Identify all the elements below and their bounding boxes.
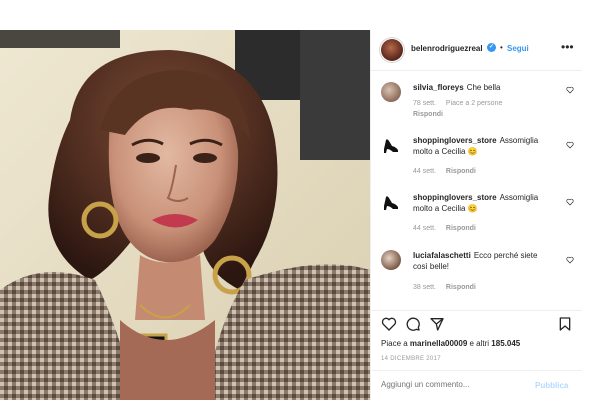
post-photo[interactable] [0, 30, 370, 400]
reply-button[interactable]: Rispondi [446, 284, 476, 291]
reply-button[interactable]: Rispondi [446, 168, 476, 175]
comment-icon[interactable] [405, 316, 421, 332]
shoe-icon[interactable] [381, 135, 401, 155]
avatar[interactable] [381, 39, 403, 61]
likes-prefix: Piace a [381, 339, 410, 348]
comment-text: luciafalaschetti Ecco perché siete così b… [413, 250, 553, 272]
like-heart-icon[interactable] [381, 316, 397, 332]
bookmark-icon[interactable] [557, 316, 573, 332]
shoe-icon[interactable] [381, 192, 401, 212]
follow-button[interactable]: Segui [507, 44, 529, 53]
comment-time[interactable]: 44 sett. [413, 168, 436, 175]
post-photo-image [0, 30, 370, 400]
heart-icon[interactable] [566, 256, 574, 264]
comment-text: shoppinglovers_store Assomiglia molto a C… [413, 135, 553, 157]
post-username[interactable]: belenrodriguezreal [411, 44, 483, 53]
heart-icon[interactable] [566, 86, 574, 94]
likes-summary: Piace a marinella00009 e altri 185.045 [381, 339, 520, 348]
comment-meta: 44 sett. Rispondi [413, 225, 476, 232]
comment-username[interactable]: shoppinglovers_store [413, 193, 497, 202]
comment-username[interactable]: luciafalaschetti [413, 251, 471, 260]
comment-username[interactable]: silvia_floreys [413, 83, 464, 92]
separator-dot: • [500, 43, 503, 52]
comment-meta: 44 sett. Rispondi [413, 168, 476, 175]
post-date[interactable]: 14 DICEMBRE 2017 [381, 356, 441, 362]
instagram-post-frame: belenrodriguezreal ✓ • Segui ••• silvia_… [0, 0, 595, 400]
publish-button[interactable]: Pubblica [535, 381, 568, 390]
verified-icon: ✓ [487, 43, 496, 52]
likes-mid: e altri [467, 339, 492, 348]
comment-reply-row: Rispondi [413, 111, 443, 118]
comment-body: Che bella [466, 83, 501, 92]
comment-text: shoppinglovers_store Assomiglia molto a C… [413, 192, 553, 214]
likes-user[interactable]: marinella00009 [410, 339, 467, 348]
comment-input[interactable] [381, 380, 521, 389]
reply-button[interactable]: Rispondi [413, 111, 443, 118]
likes-count[interactable]: 185.045 [491, 339, 520, 348]
comment-text: silvia_floreys Che bella [413, 82, 553, 93]
post-actions [371, 310, 582, 337]
share-icon[interactable] [429, 316, 445, 332]
comment-avatar[interactable] [381, 250, 401, 270]
comment-time[interactable]: 44 sett. [413, 225, 436, 232]
comment-avatar[interactable] [381, 82, 401, 102]
comment-meta: 78 sett. Piace a 2 persone [413, 100, 502, 107]
comment-meta: 38 sett. Rispondi [413, 284, 476, 291]
heart-icon[interactable] [566, 198, 574, 206]
comment-likes[interactable]: Piace a 2 persone [446, 100, 502, 107]
post-sidebar: belenrodriguezreal ✓ • Segui ••• silvia_… [370, 30, 582, 400]
more-icon[interactable]: ••• [561, 40, 574, 54]
comment-time[interactable]: 78 sett. [413, 100, 436, 107]
reply-button[interactable]: Rispondi [446, 225, 476, 232]
comment-username[interactable]: shoppinglovers_store [413, 136, 497, 145]
comment-time[interactable]: 38 sett. [413, 284, 436, 291]
post-header: belenrodriguezreal ✓ • Segui ••• [371, 30, 582, 71]
heart-icon[interactable] [566, 141, 574, 149]
add-comment-bar: Pubblica [371, 370, 582, 401]
